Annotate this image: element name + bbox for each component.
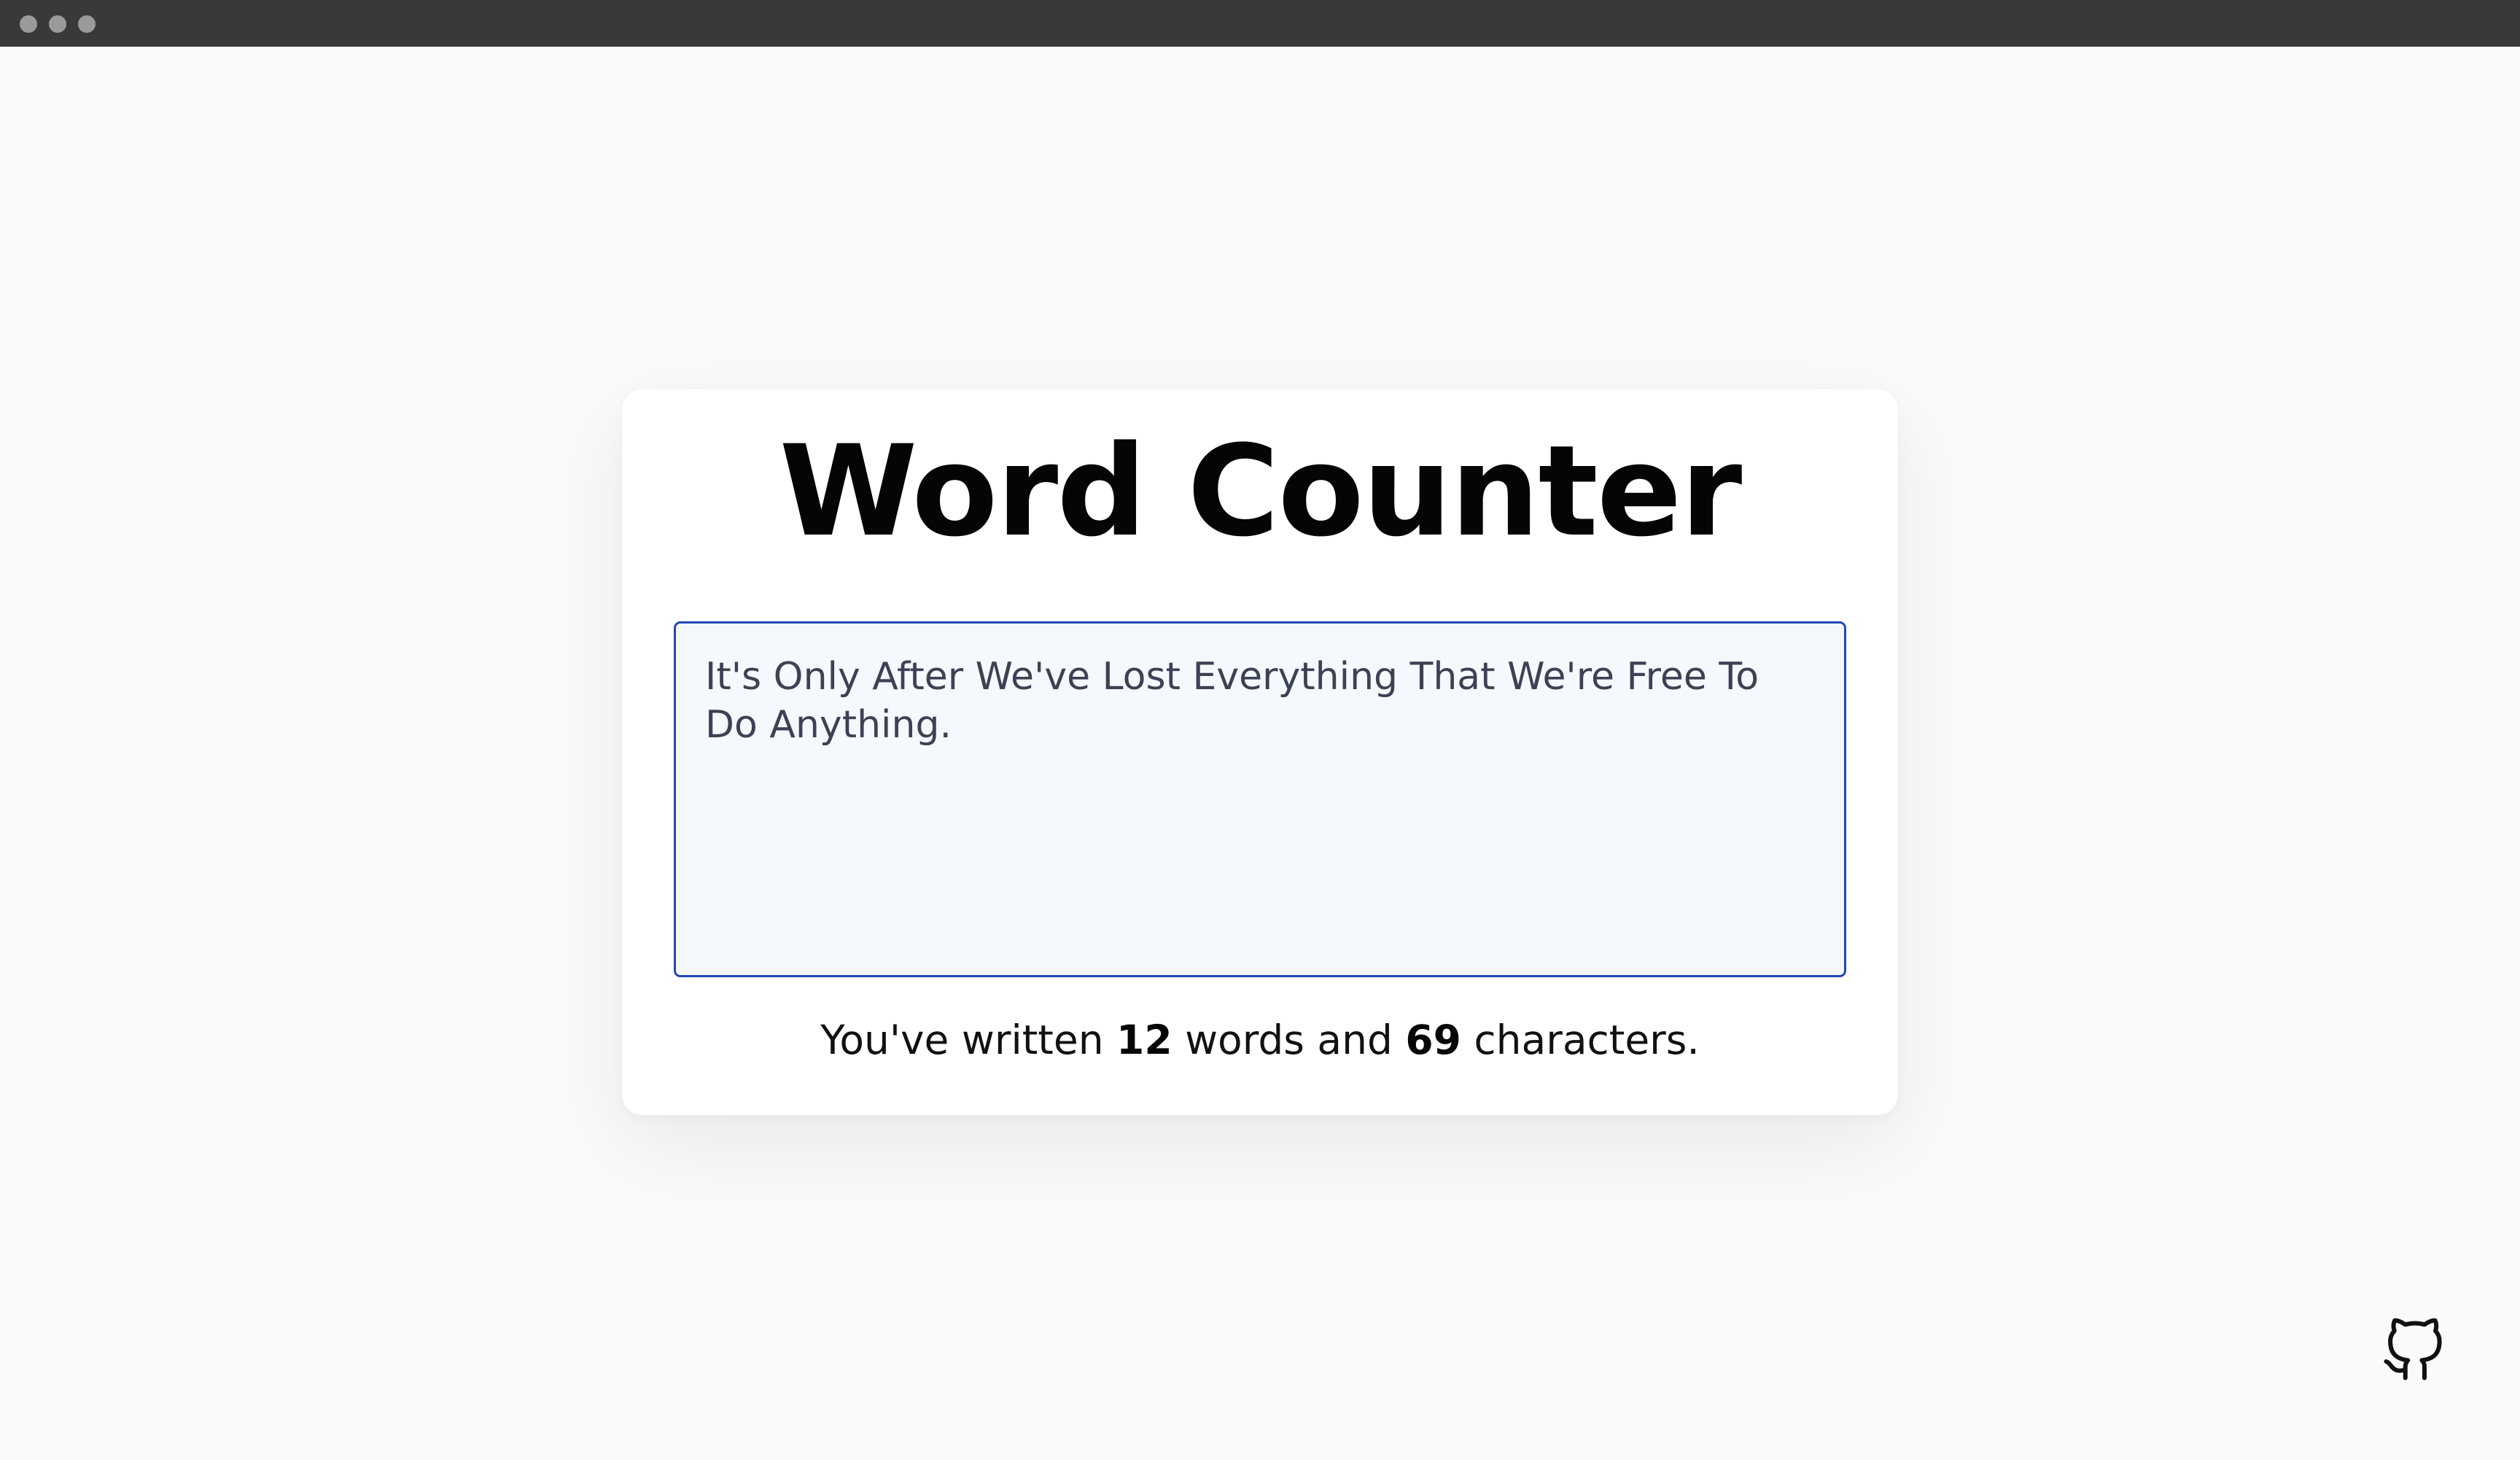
character-count-value: 69 bbox=[1405, 1017, 1461, 1063]
stats-middle: words and bbox=[1185, 1017, 1393, 1063]
window-minimize-dot[interactable] bbox=[49, 15, 66, 33]
text-input[interactable]: It's Only After We've Lost Everything Th… bbox=[674, 621, 1846, 977]
stats-suffix: characters. bbox=[1474, 1017, 1700, 1063]
word-count-summary: You've written 12 words and 69 character… bbox=[0, 1012, 2520, 1068]
word-count-value: 12 bbox=[1116, 1017, 1172, 1063]
window-close-dot[interactable] bbox=[20, 15, 37, 33]
page-title: Word Counter bbox=[779, 418, 1743, 564]
github-link[interactable] bbox=[2381, 1318, 2446, 1383]
github-icon bbox=[2384, 1318, 2442, 1381]
window-titlebar bbox=[0, 0, 2520, 47]
stats-prefix: You've written bbox=[820, 1017, 1104, 1063]
window-zoom-dot[interactable] bbox=[78, 15, 96, 33]
